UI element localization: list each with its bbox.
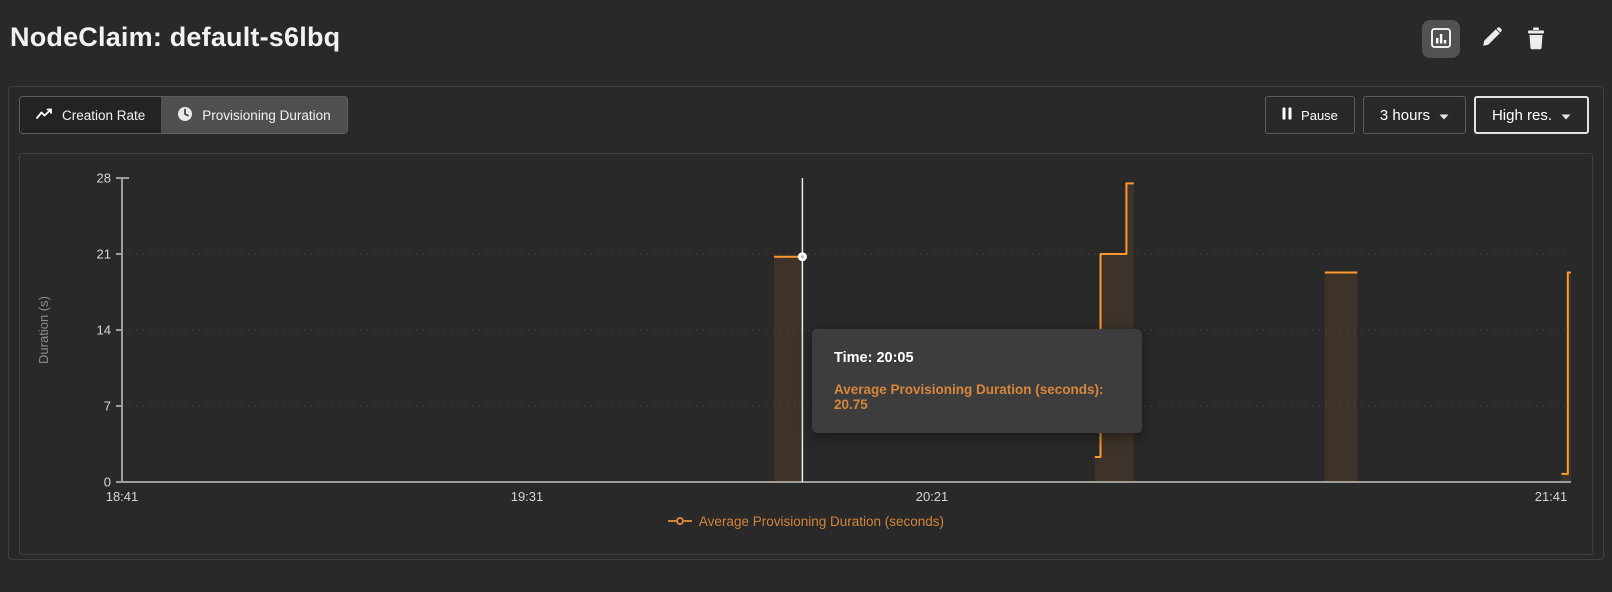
chart-toolbar: Creation Rate Provisioning Duration — [19, 95, 1589, 135]
y-tick-label: 14 — [97, 323, 111, 338]
resolution-value: High res. — [1492, 107, 1552, 124]
legend-label: Average Provisioning Duration (seconds) — [699, 514, 944, 529]
header-actions — [1422, 20, 1550, 58]
time-range-dropdown[interactable]: 3 hours — [1363, 96, 1466, 134]
tab-creation-rate[interactable]: Creation Rate — [20, 97, 161, 133]
chart-plot[interactable]: 0 7 14 21 28 18:41 19:31 20:21 21:41 Duration (s) — [20, 154, 1596, 558]
clock-icon — [177, 106, 193, 125]
trash-icon — [1525, 26, 1547, 53]
legend-marker-icon — [668, 514, 692, 529]
series-area — [774, 257, 802, 482]
series-area — [1561, 273, 1571, 483]
x-tick-label: 18:41 — [106, 489, 139, 504]
y-tick-label: 21 — [97, 247, 111, 262]
chart-view-button[interactable] — [1422, 20, 1460, 58]
chevron-down-icon — [1561, 107, 1571, 124]
y-tick-label: 28 — [97, 171, 111, 186]
trend-line-icon — [36, 107, 53, 124]
delete-button[interactable] — [1522, 25, 1550, 53]
tooltip-time: Time: 20:05 — [834, 350, 1120, 366]
chart-panel: 0 7 14 21 28 18:41 19:31 20:21 21:41 Duration (s)… — [19, 153, 1593, 555]
toolbar-controls: Pause 3 hours High res. — [1265, 96, 1589, 134]
pencil-icon — [1479, 26, 1503, 53]
page-title: NodeClaim: default-s6lbq — [10, 22, 340, 53]
time-range-value: 3 hours — [1380, 107, 1430, 124]
tab-label: Provisioning Duration — [202, 108, 330, 123]
resolution-dropdown[interactable]: High res. — [1474, 96, 1589, 134]
metric-tab-group: Creation Rate Provisioning Duration — [19, 96, 348, 134]
pause-icon — [1282, 107, 1292, 123]
pause-button[interactable]: Pause — [1265, 96, 1355, 134]
chart-legend[interactable]: Average Provisioning Duration (seconds) — [20, 514, 1592, 529]
tooltip-series-value: Average Provisioning Duration (seconds):… — [834, 382, 1120, 412]
y-axis-title: Duration (s) — [36, 296, 51, 364]
y-tick-label: 7 — [104, 399, 111, 414]
x-tick-label: 21:41 — [1535, 489, 1568, 504]
tab-provisioning-duration[interactable]: Provisioning Duration — [161, 97, 346, 133]
nodeclaim-page: NodeClaim: default-s6lbq — [0, 0, 1612, 592]
tab-label: Creation Rate — [62, 108, 145, 123]
crosshair-point-center — [801, 255, 804, 258]
series-area — [1325, 273, 1358, 483]
y-tick-label: 0 — [104, 475, 111, 490]
metrics-card: Creation Rate Provisioning Duration — [8, 86, 1604, 560]
edit-button[interactable] — [1477, 25, 1505, 53]
pause-label: Pause — [1301, 108, 1338, 123]
bar-chart-icon — [1430, 27, 1452, 52]
x-tick-label: 20:21 — [916, 489, 949, 504]
chart-tooltip: Time: 20:05 Average Provisioning Duratio… — [812, 329, 1142, 433]
x-tick-label: 19:31 — [511, 489, 544, 504]
chevron-down-icon — [1439, 107, 1449, 124]
page-header: NodeClaim: default-s6lbq — [0, 0, 1612, 86]
